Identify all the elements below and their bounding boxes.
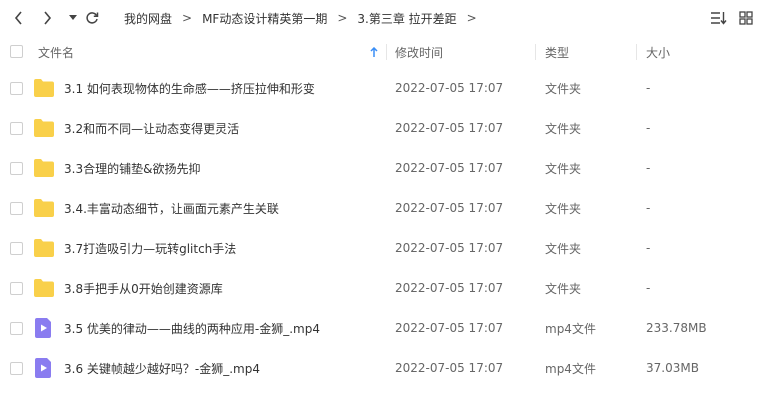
column-divider[interactable] (636, 44, 637, 60)
file-row[interactable]: 3.5 优美的律动——曲线的两种应用-金狮_.mp4 2022-07-05 17… (0, 308, 767, 348)
video-file-icon (34, 358, 54, 378)
folder-icon (34, 199, 54, 217)
column-header-size[interactable]: 大小 (646, 38, 670, 66)
column-header-type[interactable]: 类型 (545, 38, 569, 66)
breadcrumb-item[interactable]: 我的网盘 (124, 10, 172, 27)
chevron-left-icon (14, 11, 22, 25)
chevron-right-icon: > (182, 11, 193, 25)
history-dropdown-button[interactable] (64, 9, 82, 27)
file-type: 文件夹 (545, 201, 582, 216)
file-row[interactable]: 3.1 如何表现物体的生命感——挤压拉伸和形变 2022-07-05 17:07… (0, 68, 767, 108)
file-row[interactable]: 3.6 关键帧越少越好吗？-金狮_.mp4 2022-07-05 17:07 m… (0, 348, 767, 388)
column-header-modified[interactable]: 修改时间 (395, 38, 443, 66)
file-type: mp4文件 (545, 321, 596, 336)
file-row[interactable]: 3.7打造吸引力—玩转glitch手法 2022-07-05 17:07 文件夹… (0, 228, 767, 268)
refresh-button[interactable] (83, 9, 101, 27)
file-name[interactable]: 3.2和而不同—让动态变得更灵活 (64, 108, 239, 148)
row-checkbox[interactable] (10, 162, 23, 175)
column-header-name[interactable]: 文件名 (38, 38, 74, 66)
file-row[interactable]: 3.8手把手从0开始创建资源库 2022-07-05 17:07 文件夹 - (0, 268, 767, 308)
back-button[interactable] (10, 9, 28, 27)
file-size: 37.03MB (646, 361, 699, 375)
video-file-icon (34, 318, 54, 338)
file-type: 文件夹 (545, 121, 582, 136)
file-name[interactable]: 3.6 关键帧越少越好吗？-金狮_.mp4 (64, 348, 260, 388)
column-divider[interactable] (535, 44, 536, 60)
toolbar: 我的网盘 > MF动态设计精英第一期 > 3.第三章 拉开差距 > (0, 0, 767, 36)
file-modified: 2022-07-05 17:07 (395, 81, 504, 95)
file-type: 文件夹 (545, 241, 582, 256)
file-name[interactable]: 3.5 优美的律动——曲线的两种应用-金狮_.mp4 (64, 308, 320, 348)
file-size: - (646, 241, 651, 255)
file-modified: 2022-07-05 17:07 (395, 241, 504, 255)
column-divider[interactable] (386, 44, 387, 60)
file-size: - (646, 281, 651, 295)
file-size: 233.78MB (646, 321, 707, 335)
file-list-header: 文件名 修改时间 类型 大小 (0, 38, 767, 66)
row-checkbox[interactable] (10, 322, 23, 335)
file-modified: 2022-07-05 17:07 (395, 321, 504, 335)
grid-view-button[interactable] (737, 9, 755, 27)
sort-list-icon (710, 12, 727, 25)
file-name[interactable]: 3.4.丰富动态细节，让画面元素产生关联 (64, 188, 279, 228)
select-all-checkbox[interactable] (10, 45, 23, 58)
row-checkbox[interactable] (10, 282, 23, 295)
folder-icon (34, 159, 54, 177)
breadcrumb-item[interactable]: 3.第三章 拉开差距 (357, 10, 456, 27)
row-checkbox[interactable] (10, 362, 23, 375)
file-size: - (646, 81, 651, 95)
file-type: mp4文件 (545, 361, 596, 376)
folder-icon (34, 239, 54, 257)
folder-icon (34, 79, 54, 97)
file-modified: 2022-07-05 17:07 (395, 361, 504, 375)
refresh-icon (86, 12, 99, 24)
file-type: 文件夹 (545, 81, 582, 96)
sort-ascending-icon[interactable] (370, 38, 378, 66)
file-row[interactable]: 3.4.丰富动态细节，让画面元素产生关联 2022-07-05 17:07 文件… (0, 188, 767, 228)
file-size: - (646, 121, 651, 135)
breadcrumb-item[interactable]: MF动态设计精英第一期 (202, 10, 327, 27)
file-row[interactable]: 3.2和而不同—让动态变得更灵活 2022-07-05 17:07 文件夹 - (0, 108, 767, 148)
row-checkbox[interactable] (10, 202, 23, 215)
file-modified: 2022-07-05 17:07 (395, 281, 504, 295)
row-checkbox[interactable] (10, 122, 23, 135)
file-name[interactable]: 3.1 如何表现物体的生命感——挤压拉伸和形变 (64, 68, 315, 108)
file-modified: 2022-07-05 17:07 (395, 201, 504, 215)
grid-icon (739, 11, 753, 25)
folder-icon (34, 279, 54, 297)
breadcrumb: 我的网盘 > MF动态设计精英第一期 > 3.第三章 拉开差距 > (124, 9, 487, 27)
file-modified: 2022-07-05 17:07 (395, 121, 504, 135)
folder-icon (34, 119, 54, 137)
file-row[interactable]: 3.3合理的铺垫&欲扬先抑 2022-07-05 17:07 文件夹 - (0, 148, 767, 188)
file-modified: 2022-07-05 17:07 (395, 161, 504, 175)
file-size: - (646, 161, 651, 175)
file-name[interactable]: 3.7打造吸引力—玩转glitch手法 (64, 228, 236, 268)
sort-button[interactable] (709, 9, 727, 27)
chevron-right-icon[interactable]: > (467, 11, 477, 25)
file-size: - (646, 201, 651, 215)
chevron-right-icon: > (337, 11, 348, 25)
file-name[interactable]: 3.8手把手从0开始创建资源库 (64, 268, 223, 308)
forward-button[interactable] (38, 9, 56, 27)
row-checkbox[interactable] (10, 82, 23, 95)
file-type: 文件夹 (545, 161, 582, 176)
file-name[interactable]: 3.3合理的铺垫&欲扬先抑 (64, 148, 200, 188)
row-checkbox[interactable] (10, 242, 23, 255)
chevron-right-icon (44, 11, 52, 25)
file-type: 文件夹 (545, 281, 582, 296)
caret-down-icon (69, 15, 77, 20)
